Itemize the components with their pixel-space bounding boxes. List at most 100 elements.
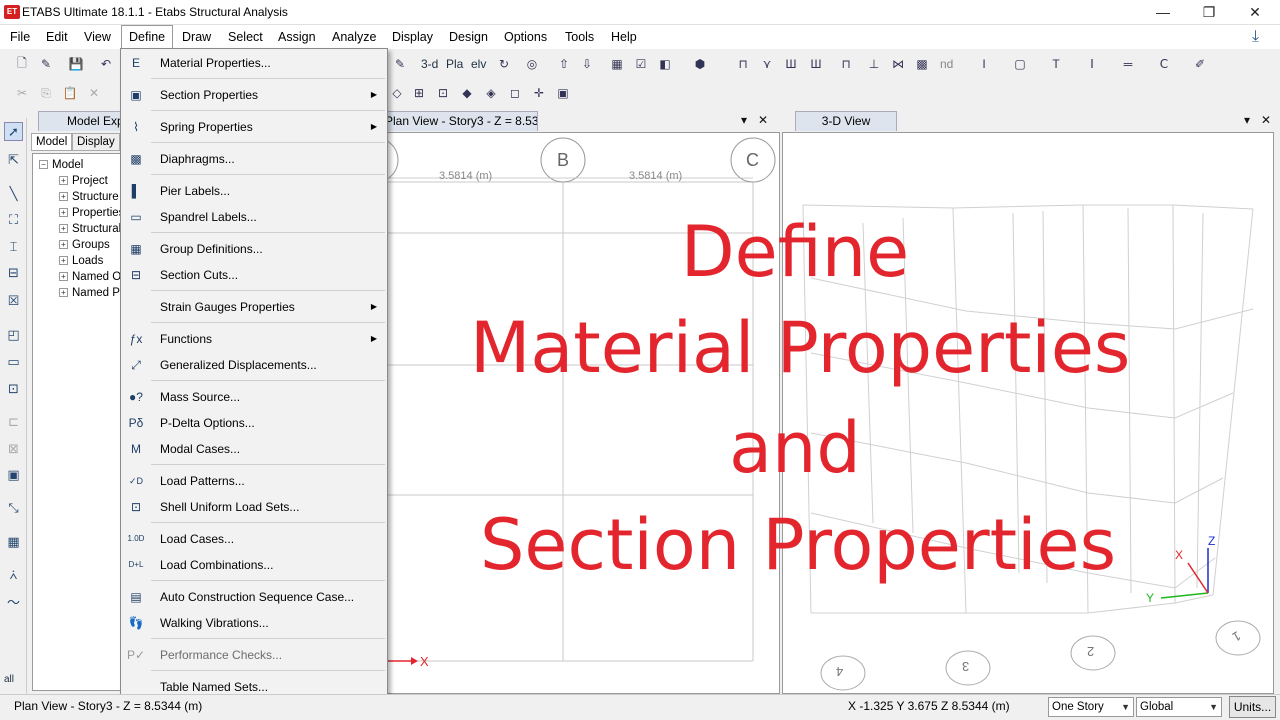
draw-rect-icon[interactable]: ▭ [4, 352, 23, 371]
paint-icon[interactable]: ✐ [1190, 54, 1210, 74]
move-down-icon[interactable]: ⇩ [577, 54, 597, 74]
menu-file[interactable]: File [3, 25, 37, 49]
snap-icon-7[interactable]: ✛ [529, 83, 549, 103]
grid-icon[interactable]: ▦ [4, 532, 23, 551]
section-i-icon[interactable]: Ⅰ [1082, 54, 1102, 74]
open-icon[interactable]: ✎ [36, 54, 56, 74]
snap-icon-2[interactable]: ⊞ [409, 83, 429, 103]
menu-item-auto-construction-sequence[interactable]: ▤ Auto Construction Sequence Case... [121, 584, 387, 610]
menu-item-spandrel-labels[interactable]: ▭ Spandrel Labels... [121, 204, 387, 230]
tree-item-project[interactable]: + Project [59, 173, 108, 189]
tree-item-structure[interactable]: +Structure Layout [59, 189, 121, 205]
tree-item-model[interactable]: − Model [39, 157, 83, 173]
brace-icon[interactable]: ⋎ [757, 54, 777, 74]
tab-display[interactable]: Display [72, 133, 120, 151]
menu-tools[interactable]: Tools [558, 25, 601, 49]
plan-close-icon[interactable]: ✕ [758, 113, 768, 127]
menu-options[interactable]: Options [497, 25, 554, 49]
menu-help[interactable]: Help [604, 25, 644, 49]
reshape-icon[interactable]: ⇱ [4, 150, 23, 169]
tree-item-properties[interactable]: + Properties [59, 205, 121, 221]
channel-icon[interactable]: Ⅽ [1154, 54, 1174, 74]
tree-item-structural[interactable]: +Structural Objects [59, 221, 121, 237]
select-brace-icon[interactable]: ☒ [4, 291, 23, 310]
draw-area-icon[interactable]: ◰ [4, 325, 23, 344]
model-explorer-tab[interactable]: Model Explorer [38, 111, 122, 131]
menu-item-load-patterns[interactable]: ✓D Load Patterns... [121, 468, 387, 494]
column-icon[interactable]: Ш [806, 54, 826, 74]
checkbox-icon[interactable]: ☑ [631, 54, 651, 74]
menu-select[interactable]: Select [221, 25, 270, 49]
move-up-icon[interactable]: ⇧ [554, 54, 574, 74]
gray-box-icon[interactable]: ▩ [912, 54, 932, 74]
menu-item-p-delta[interactable]: Pδ P-Delta Options... [121, 410, 387, 436]
wall-draw-icon[interactable]: ⊏ [4, 412, 23, 431]
frame-icon[interactable]: ⊓ [733, 54, 753, 74]
restore-button[interactable]: ❐ [1186, 0, 1232, 25]
menu-define[interactable]: Define [121, 25, 174, 49]
download-icon[interactable]: ⤓ [1252, 28, 1270, 46]
undo-icon[interactable]: ↶ [96, 54, 116, 74]
menu-item-mass-source[interactable]: ●? Mass Source... [121, 384, 387, 410]
plan-view-tab[interactable]: Plan View - Story3 - Z = 8.5344 (m) [380, 111, 538, 131]
set-display-icon[interactable]: ▦ [607, 54, 627, 74]
menu-item-functions[interactable]: ƒx Functions ▶ [121, 326, 387, 352]
menu-assign[interactable]: Assign [271, 25, 323, 49]
wall-icon[interactable]: ⊓ [836, 54, 856, 74]
snap-icon-4[interactable]: ◆ [457, 83, 477, 103]
menu-item-shell-uniform-load-sets[interactable]: ⊡ Shell Uniform Load Sets... [121, 494, 387, 520]
snap-icon-6[interactable]: ◻ [505, 83, 525, 103]
minimize-button[interactable]: — [1140, 0, 1186, 25]
tree-item-groups[interactable]: + Groups [59, 237, 110, 253]
menu-item-group-definitions[interactable]: ▦ Group Definitions... [121, 236, 387, 262]
view3d-close-icon[interactable]: ✕ [1261, 113, 1271, 127]
beam-icon[interactable]: Ш [781, 54, 801, 74]
select-window-icon[interactable]: ⛶ [4, 210, 23, 229]
opening-icon[interactable]: ⊠ [4, 439, 23, 458]
nd-label[interactable]: nd [940, 54, 953, 74]
menu-item-diaphragms[interactable]: ▩ Diaphragms... [121, 146, 387, 172]
view3d-dropdown-icon[interactable]: ▾ [1244, 113, 1250, 127]
tower-icon[interactable]: ⩑ [4, 565, 23, 584]
tree-item-loads[interactable]: + Loads [59, 253, 103, 269]
menu-item-walking-vibrations[interactable]: 👣 Walking Vibrations... [121, 610, 387, 636]
menu-display[interactable]: Display [385, 25, 440, 49]
wave-icon[interactable]: 〜 [4, 592, 23, 611]
menu-item-material-properties[interactable]: E Material Properties... [121, 50, 387, 76]
truss-icon[interactable]: ⋈ [888, 54, 908, 74]
menu-item-spring-properties[interactable]: ⌇ Spring Properties ▶ [121, 114, 387, 140]
menu-design[interactable]: Design [442, 25, 495, 49]
select-intersect-icon[interactable]: ⌶ [4, 237, 23, 256]
menu-item-generalized-displacements[interactable]: ⤢ Generalized Displacements... [121, 352, 387, 378]
perspective-icon[interactable]: ◎ [522, 54, 542, 74]
units-button[interactable]: Units... [1229, 696, 1276, 718]
rotate-icon[interactable]: ↻ [494, 54, 514, 74]
menu-item-strain-gauges[interactable]: Strain Gauges Properties ▶ [121, 294, 387, 320]
cut-icon[interactable]: ✂ [12, 83, 32, 103]
pencil-icon[interactable]: ✎ [390, 54, 410, 74]
tree-item-named-output[interactable]: +Named Output [59, 269, 121, 285]
copy-icon[interactable]: ⎘ [36, 83, 56, 103]
select-all-button[interactable]: all [4, 674, 14, 685]
menu-item-load-cases[interactable]: 1.0D Load Cases... [121, 526, 387, 552]
plan-view-button[interactable]: Pla [446, 54, 463, 74]
snap-icon-5[interactable]: ◈ [481, 83, 501, 103]
menu-item-section-cuts[interactable]: ⊟ Section Cuts... [121, 262, 387, 288]
area-icon[interactable]: ▢ [1010, 54, 1030, 74]
menu-item-modal-cases[interactable]: M Modal Cases... [121, 436, 387, 462]
tree-item-named-plots[interactable]: +Named Plots [59, 285, 121, 301]
snap-icon-1[interactable]: ◇ [387, 83, 407, 103]
view3d-tab[interactable]: 3-D View [795, 111, 897, 131]
plan-dropdown-icon[interactable]: ▾ [741, 113, 747, 127]
new-model-icon[interactable]: 🗋 [12, 54, 32, 74]
menu-view[interactable]: View [77, 25, 118, 49]
tee-icon[interactable]: T [1046, 54, 1066, 74]
object-shrink-icon[interactable]: ⬢ [690, 54, 710, 74]
select-beam-icon[interactable]: ⊟ [4, 263, 23, 282]
menu-item-load-combinations[interactable]: D+L Load Combinations... [121, 552, 387, 578]
elevation-view-button[interactable]: elv [471, 54, 486, 74]
tab-model[interactable]: Model [31, 133, 73, 151]
ibeam-icon[interactable]: I [974, 54, 994, 74]
menu-item-pier-labels[interactable]: ▌ Pier Labels... [121, 178, 387, 204]
save-icon[interactable]: 💾 [66, 54, 86, 74]
